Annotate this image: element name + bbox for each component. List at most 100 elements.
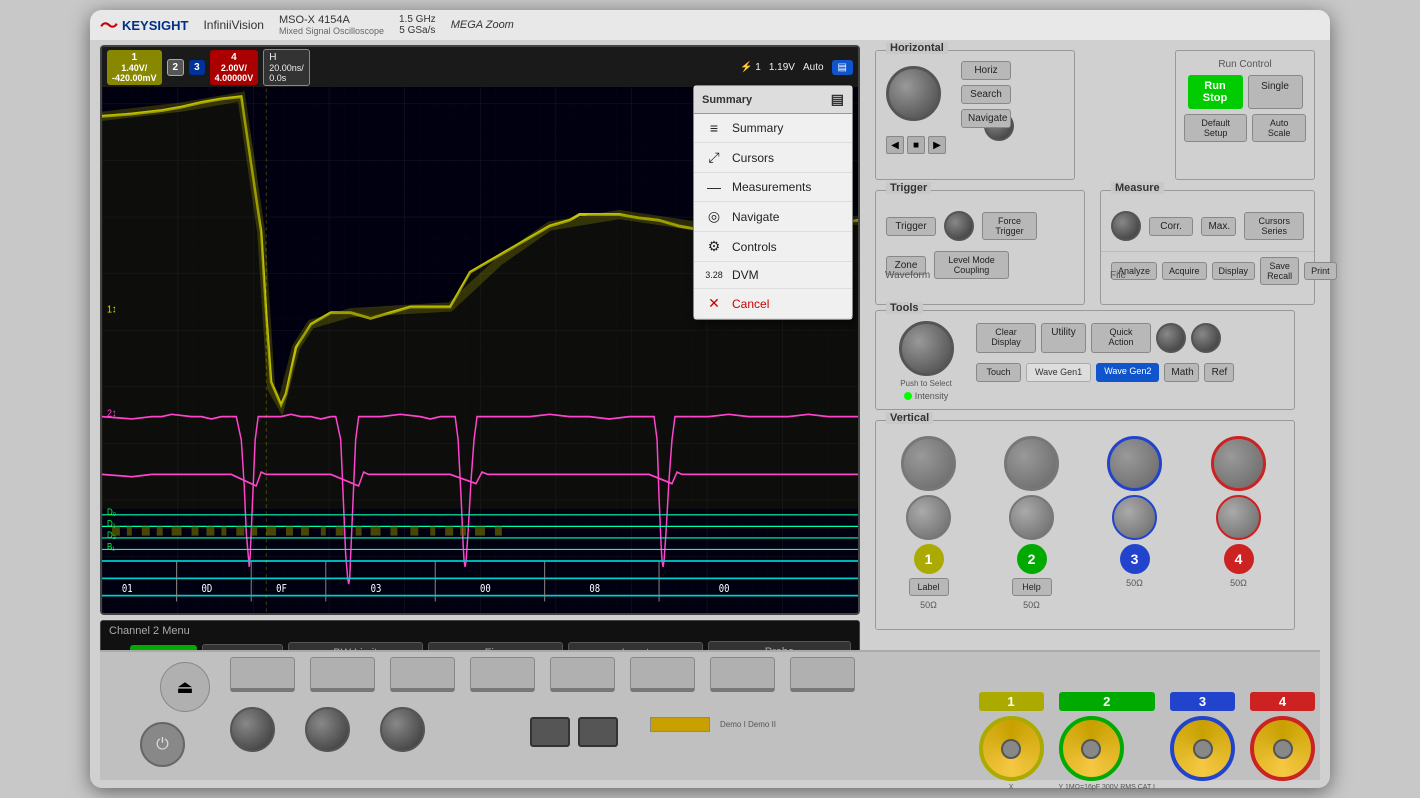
svg-text:01: 01 — [122, 584, 133, 596]
ch4-position-knob[interactable] — [1216, 495, 1261, 540]
navigate-btn[interactable]: Navigate — [961, 109, 1011, 128]
ch2-bnc-connector[interactable] — [1059, 716, 1124, 781]
ch3-bnc-center — [1193, 739, 1213, 759]
front-knob-2[interactable] — [305, 707, 350, 752]
corr-btn[interactable]: Corr. — [1149, 217, 1194, 236]
trigger-level-knob[interactable] — [944, 211, 974, 241]
quick-action-btn[interactable]: Quick Action — [1091, 323, 1151, 353]
ch3-badge[interactable]: 3 — [189, 60, 205, 75]
ch3-num-btn[interactable]: 3 — [1120, 544, 1150, 574]
navigate-icon: ◎ — [704, 208, 724, 225]
softkey-5[interactable] — [550, 657, 615, 692]
softkey-1[interactable] — [230, 657, 295, 692]
ch1-position-knob[interactable] — [906, 495, 951, 540]
freq-info: 1.5 GHz 5 GSa/s — [399, 14, 436, 36]
menu-item-controls[interactable]: ⚙ Controls — [694, 232, 852, 262]
ch1-label-btn[interactable]: 1 — [914, 544, 944, 574]
ch1-scale-knob[interactable] — [901, 436, 956, 491]
ch2-scale-knob[interactable] — [1004, 436, 1059, 491]
menu-item-cursors[interactable]: ⤢ Cursors — [694, 143, 852, 173]
tools-knob[interactable] — [1156, 323, 1186, 353]
ch3-bnc-connector[interactable] — [1170, 716, 1235, 781]
menu-item-dvm[interactable]: 3.28 DVM — [694, 262, 852, 289]
cursors-icon: ⤢ — [704, 149, 724, 166]
tools-section: Tools Push to Select Intensity Clear Dis… — [875, 310, 1295, 410]
default-setup-button[interactable]: Default Setup — [1184, 114, 1247, 142]
softkey-6[interactable] — [630, 657, 695, 692]
horizontal-knob[interactable] — [886, 66, 941, 126]
ch2-btn-extra[interactable]: Help — [1012, 578, 1052, 596]
ch1-bnc-center — [1001, 739, 1021, 759]
menu-item-navigate[interactable]: ◎ Navigate — [694, 202, 852, 232]
ch1-bnc-connector[interactable] — [979, 716, 1044, 781]
cursors-series-btn[interactable]: Cursors Series — [1244, 212, 1304, 240]
ch2-impedance: 50Ω — [1023, 600, 1040, 610]
ch3-position-knob[interactable] — [1112, 495, 1157, 540]
dropdown-title: Summary — [702, 94, 752, 106]
ch2-label-btn[interactable]: 2 — [1017, 544, 1047, 574]
menu-item-summary[interactable]: ≡ Summary — [694, 114, 852, 143]
ch1-connector-label: 1 — [979, 692, 1044, 711]
run-stop-button[interactable]: Run Stop — [1188, 75, 1243, 109]
ch4-badge[interactable]: 4 2.00V/ 4.00000V — [210, 50, 259, 85]
ch3-impedance: 50Ω — [1126, 578, 1143, 588]
nav-left-icon[interactable]: ◀ — [886, 136, 904, 154]
tools-knob2[interactable] — [1191, 323, 1221, 353]
model-info: MSO-X 4154A Mixed Signal Oscilloscope — [279, 14, 384, 36]
measure-section: Measure Corr. Max. Cursors Series Analyz… — [1100, 190, 1315, 305]
auto-scale-button[interactable]: Auto Scale — [1252, 114, 1306, 142]
run-control-title: Run Control — [1184, 59, 1306, 70]
softkey-7[interactable] — [710, 657, 775, 692]
utility-btn[interactable]: Utility — [1041, 323, 1086, 353]
file-section-label: File — [1100, 270, 1315, 281]
summary-icon: ≡ — [704, 120, 724, 136]
single-button[interactable]: Single — [1248, 75, 1303, 109]
menu-item-measurements[interactable]: — Measurements — [694, 173, 852, 202]
usb-port-1[interactable] — [530, 717, 570, 747]
intensity-knob[interactable] — [899, 321, 954, 376]
nav-stop-icon[interactable]: ■ — [907, 136, 925, 154]
ref-btn[interactable]: Ref — [1204, 363, 1234, 382]
ch1-badge[interactable]: 1 1.40V/ -420.00mV — [107, 50, 162, 85]
search-btn[interactable]: Search — [961, 85, 1011, 104]
softkey-2[interactable] — [310, 657, 375, 692]
measure-knob[interactable] — [1111, 211, 1141, 241]
eject-button[interactable]: ⏏ — [160, 662, 210, 712]
ch4-bnc-connector[interactable] — [1250, 716, 1315, 781]
front-knob-1[interactable] — [230, 707, 275, 752]
trigger-btn[interactable]: Trigger — [886, 217, 936, 236]
ch4-scale-knob[interactable] — [1211, 436, 1266, 491]
usb-port-2[interactable] — [578, 717, 618, 747]
front-knob-3[interactable] — [380, 707, 425, 752]
ch1-btn-extra[interactable]: Label — [909, 578, 949, 596]
svg-text:D₂: D₂ — [107, 529, 116, 540]
nav-right-icon[interactable]: ▶ — [928, 136, 946, 154]
ch2-badge[interactable]: 2 — [167, 59, 185, 76]
math-btn[interactable]: Math — [1164, 363, 1199, 382]
force-trigger-btn[interactable]: Force Trigger — [982, 212, 1037, 240]
wave-gen1-btn[interactable]: Wave Gen1 — [1026, 363, 1091, 382]
svg-text:03: 03 — [371, 584, 382, 596]
ch3-scale-knob[interactable] — [1107, 436, 1162, 491]
power-button[interactable]: ⏻ — [140, 722, 185, 767]
oscilloscope-body: 〜 KEYSIGHT InfiniiVision MSO-X 4154A Mix… — [90, 10, 1330, 788]
softkey-8[interactable] — [790, 657, 855, 692]
intensity-led — [904, 392, 912, 400]
ch4-impedance: 50Ω — [1230, 578, 1247, 588]
vertical-title: Vertical — [886, 412, 933, 424]
dropdown-header-icon: ▤ — [831, 91, 844, 108]
softkey-3[interactable] — [390, 657, 455, 692]
h-badge[interactable]: H 20.00ns/ 0.0s — [263, 49, 310, 86]
summary-menu-btn[interactable]: ▤ — [832, 60, 853, 75]
ch4-num-btn[interactable]: 4 — [1224, 544, 1254, 574]
ch2-bnc-center — [1081, 739, 1101, 759]
menu-item-cancel[interactable]: ✕ Cancel — [694, 289, 852, 319]
ch2-position-knob[interactable] — [1009, 495, 1054, 540]
navigate-label: Navigate — [732, 210, 779, 224]
wave-gen2-btn[interactable]: Wave Gen2 — [1096, 363, 1159, 382]
horiz-btn[interactable]: Horiz — [961, 61, 1011, 80]
touch-btn[interactable]: Touch — [976, 363, 1021, 382]
softkey-4[interactable] — [470, 657, 535, 692]
clear-display-btn[interactable]: Clear Display — [976, 323, 1036, 353]
max-btn[interactable]: Max. — [1201, 217, 1236, 236]
